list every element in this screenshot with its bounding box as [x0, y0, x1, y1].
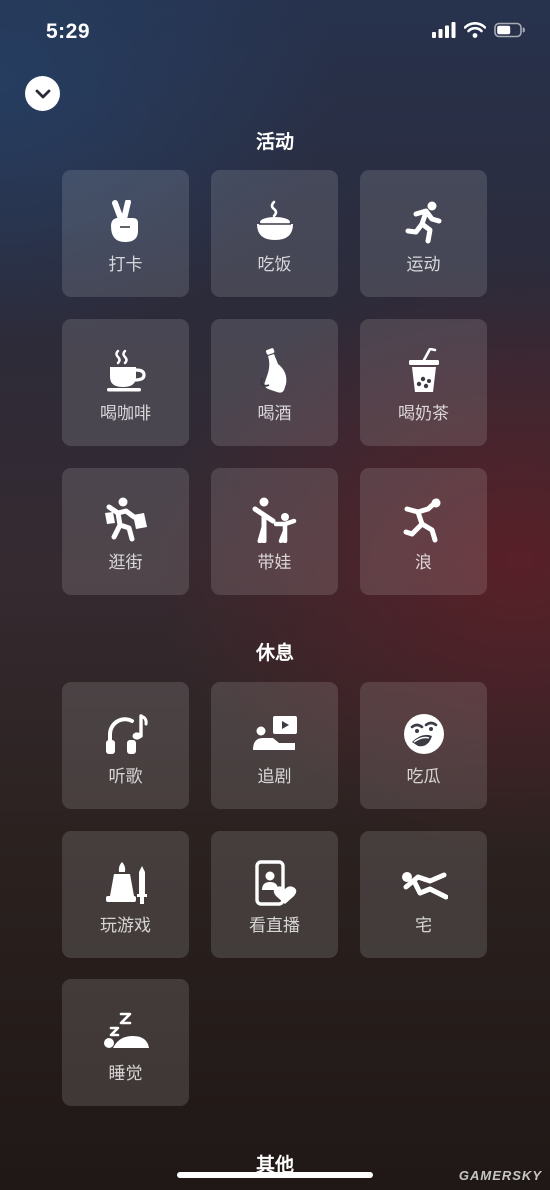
live-stream-icon [254, 860, 296, 906]
wifi-icon [464, 22, 486, 38]
eating-melon-face-icon [403, 714, 444, 754]
chevron-down-icon [35, 89, 50, 98]
tile-label: 看直播 [249, 916, 300, 936]
tile-label: 运动 [406, 255, 441, 275]
status-time: 5:29 [46, 20, 91, 43]
dancing-icon [403, 498, 440, 543]
battery-icon [494, 22, 525, 38]
rest-tile-tv-series[interactable]: 追剧 [211, 682, 338, 809]
tile-label: 宅 [415, 916, 432, 936]
rest-tile-gaming[interactable]: 玩游戏 [62, 831, 189, 958]
headphones-music-icon [105, 714, 148, 754]
status-bar: 5:29 [0, 0, 550, 64]
tile-label: 逛街 [108, 553, 143, 573]
rest-tile-gossip[interactable]: 吃瓜 [360, 682, 487, 809]
lying-down-icon [401, 872, 448, 900]
collapse-button[interactable] [25, 76, 60, 111]
rest-tile-stay-home[interactable]: 宅 [360, 831, 487, 958]
section-title-rest: 休息 [255, 642, 294, 664]
status-icons [432, 22, 526, 38]
tile-label: 吃饭 [257, 255, 292, 275]
tile-label: 追剧 [257, 767, 292, 787]
activity-tile-drink[interactable]: 喝酒 [211, 319, 338, 446]
activity-tile-coffee[interactable]: 喝咖啡 [62, 319, 189, 446]
watermark-logo: GAMERSKY [458, 1168, 542, 1183]
wine-bottle-icon [259, 348, 286, 393]
home-indicator[interactable] [177, 1172, 373, 1178]
tile-label: 睡觉 [108, 1064, 143, 1084]
tile-label: 喝咖啡 [100, 404, 151, 424]
tile-label: 喝酒 [257, 404, 292, 424]
rest-tile-live-stream[interactable]: 看直播 [211, 831, 338, 958]
tile-label: 听歌 [108, 767, 143, 787]
activity-tile-childcare[interactable]: 带娃 [211, 468, 338, 595]
game-pieces-icon [105, 862, 147, 904]
rice-bowl-icon [256, 200, 293, 240]
activity-tile-exercise[interactable]: 运动 [360, 170, 487, 297]
tile-label: 吃瓜 [406, 767, 441, 787]
activity-tile-checkin[interactable]: 打卡 [62, 170, 189, 297]
tile-label: 打卡 [108, 255, 143, 275]
section-title-activity: 活动 [255, 131, 294, 153]
tile-label: 玩游戏 [100, 916, 151, 936]
activity-tile-milk-tea[interactable]: 喝奶茶 [360, 319, 487, 446]
running-icon [405, 201, 441, 244]
activity-tile-wander[interactable]: 浪 [360, 468, 487, 595]
signal-icon [432, 22, 456, 38]
bubble-tea-icon [408, 348, 439, 392]
tile-label: 带娃 [257, 553, 292, 573]
activity-tile-eat[interactable]: 吃饭 [211, 170, 338, 297]
rest-tile-music[interactable]: 听歌 [62, 682, 189, 809]
coffee-cup-icon [106, 349, 146, 392]
rest-tile-sleep[interactable]: 睡觉 [62, 979, 189, 1106]
watching-tv-icon [252, 716, 297, 750]
activity-tile-shopping[interactable]: 逛街 [62, 468, 189, 595]
victory-hand-icon [110, 200, 138, 242]
tile-label: 喝奶茶 [398, 404, 449, 424]
parent-child-icon [252, 497, 296, 543]
tile-label: 浪 [415, 553, 432, 573]
sleeping-icon [103, 1012, 149, 1048]
shopping-icon [104, 497, 147, 542]
